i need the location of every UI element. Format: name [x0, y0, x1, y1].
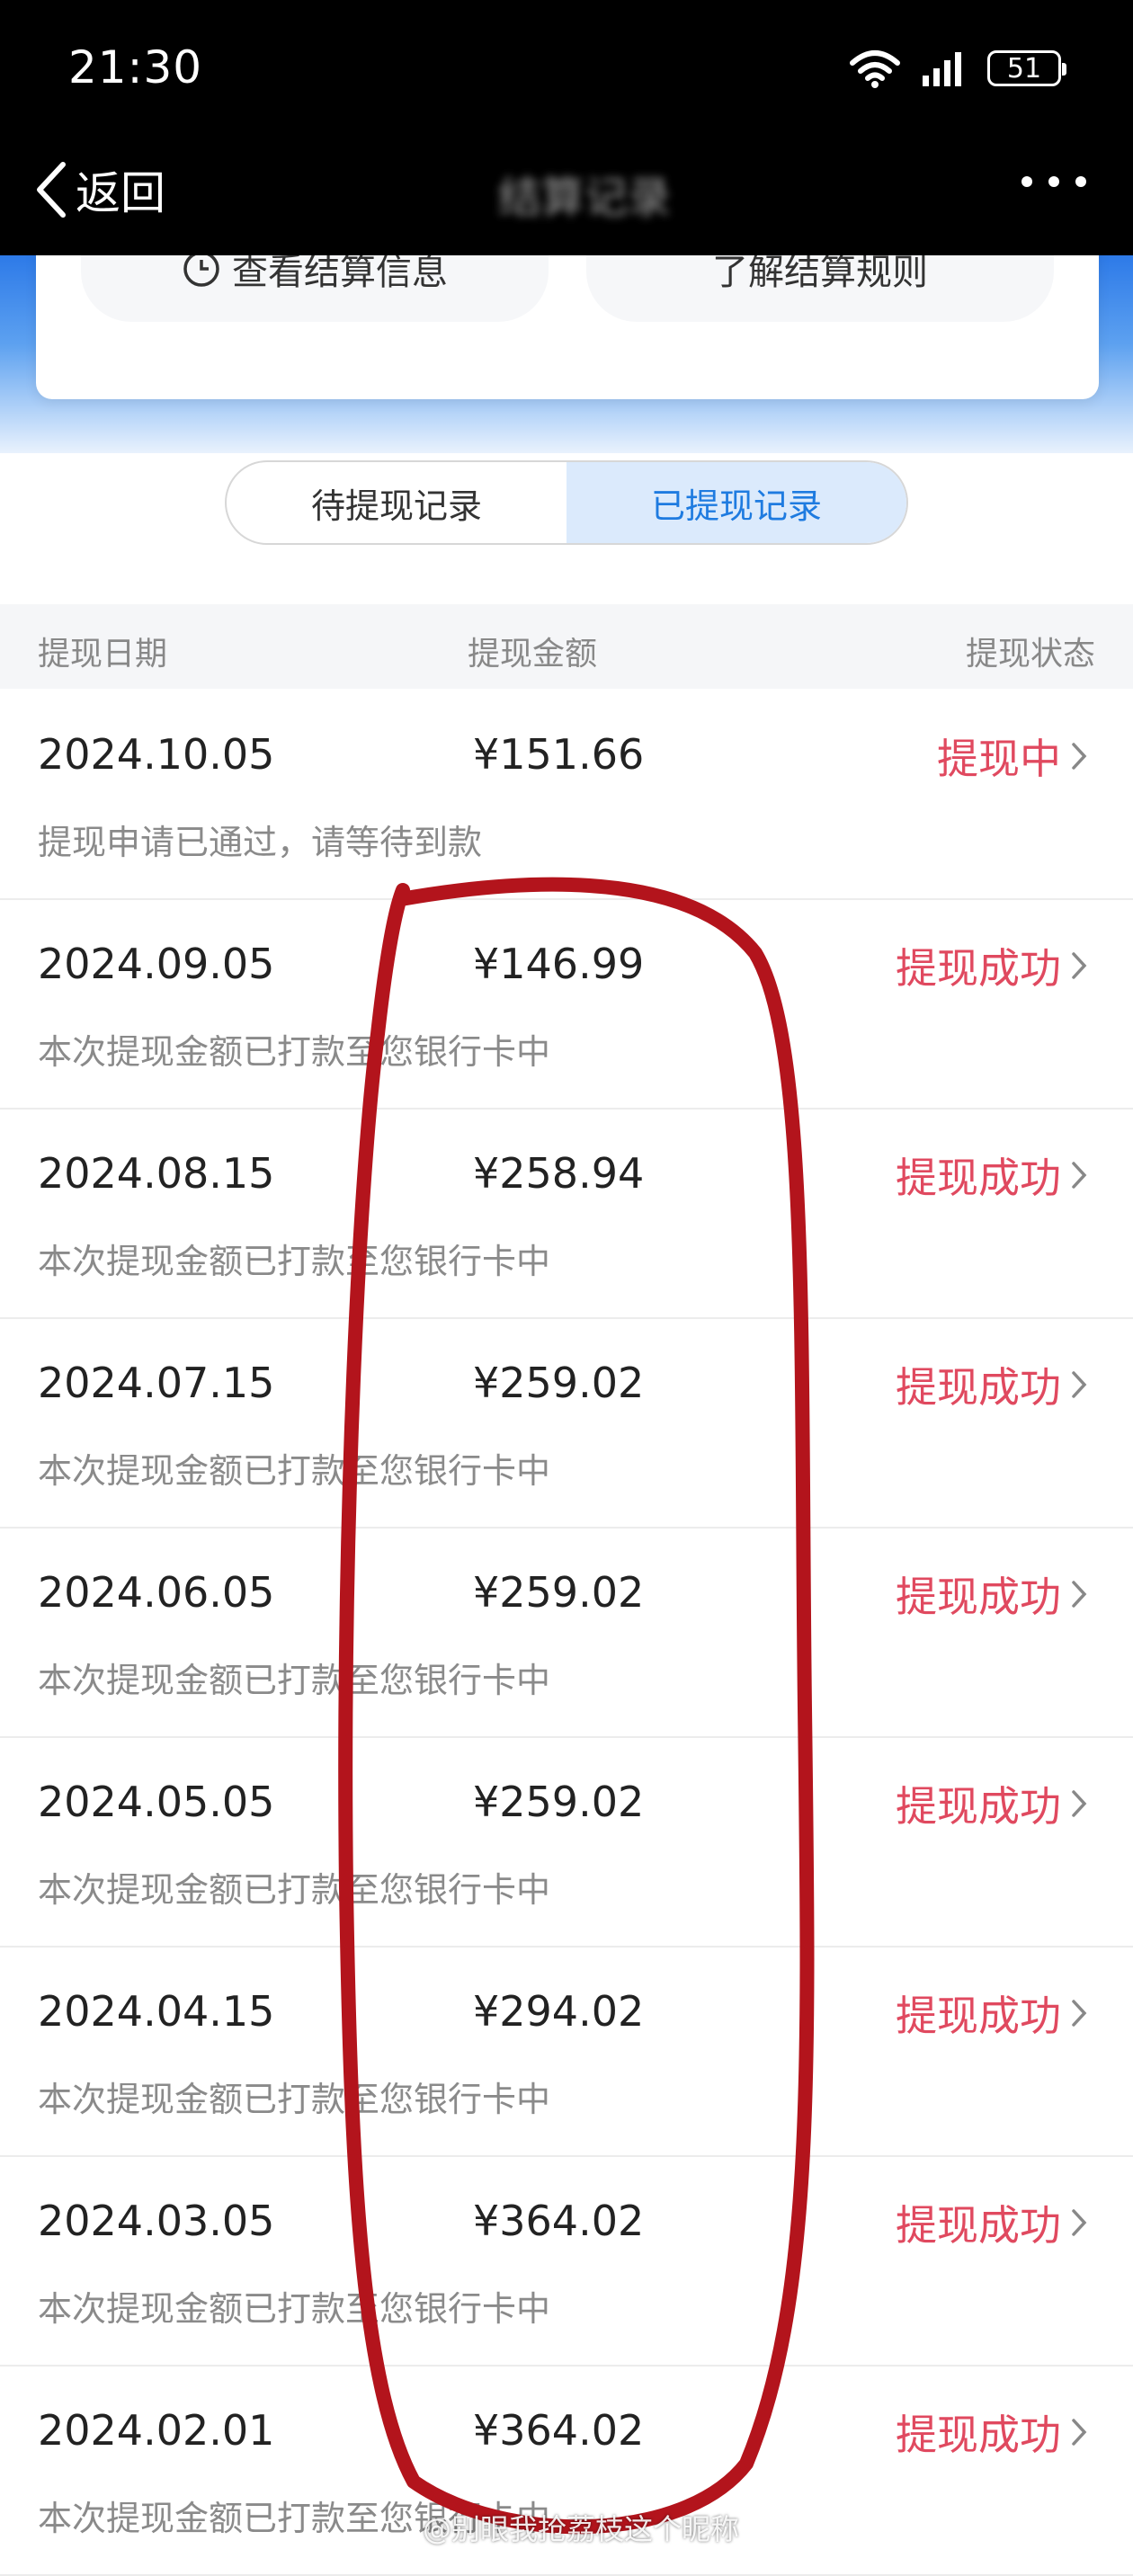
status-icons: 51 — [849, 43, 1066, 94]
chevron-right-icon — [1072, 2209, 1087, 2236]
wifi-icon — [850, 50, 900, 88]
row-amount: ¥364.02 — [473, 2197, 645, 2245]
table-row[interactable]: 2024.06.05 ¥259.02 提现成功 本次提现金额已打款至您银行卡中 — [0, 1529, 1133, 1738]
row-note: 本次提现金额已打款至您银行卡中 — [38, 1661, 551, 1700]
table-row[interactable]: 2024.10.05 ¥151.66 提现中 提现申请已通过，请等待到款 — [0, 691, 1133, 900]
row-status-label: 提现成功 — [896, 1782, 1061, 1831]
more-menu-button[interactable] — [1021, 176, 1086, 187]
chevron-right-icon — [1072, 1581, 1087, 1608]
table-header: 提现日期 提现金额 提现状态 — [0, 604, 1133, 689]
row-note: 提现申请已通过，请等待到款 — [38, 823, 483, 862]
page-title: 结算记录 — [497, 173, 671, 223]
battery-icon: 51 — [987, 50, 1066, 86]
back-label: 返回 — [76, 167, 165, 219]
table-row[interactable]: 2024.08.15 ¥258.94 提现成功 本次提现金额已打款至您银行卡中 — [0, 1110, 1133, 1319]
row-status: 提现成功 — [896, 1564, 1088, 1624]
row-status-label: 提现成功 — [896, 2411, 1061, 2459]
row-date: 2024.10.05 — [38, 730, 275, 779]
row-date: 2024.05.05 — [38, 1778, 275, 1826]
dot-icon — [1075, 176, 1086, 187]
back-button[interactable]: 返回 — [34, 156, 165, 223]
withdrawal-list: 2024.10.05 ¥151.66 提现中 提现申请已通过，请等待到款 202… — [0, 691, 1133, 2576]
row-status-label: 提现中 — [937, 735, 1061, 783]
row-amount: ¥294.02 — [473, 1987, 645, 2036]
row-note: 本次提现金额已打款至您银行卡中 — [38, 1242, 551, 1281]
table-row[interactable]: 2024.05.05 ¥259.02 提现成功 本次提现金额已打款至您银行卡中 — [0, 1738, 1133, 1948]
top-bar: 21:30 51 返回 结算记录 — [0, 0, 1133, 255]
chevron-right-icon — [1072, 952, 1087, 979]
chevron-right-icon — [1072, 1162, 1087, 1189]
row-status: 提现成功 — [896, 1983, 1088, 2043]
row-status: 提现成功 — [896, 1145, 1088, 1205]
row-date: 2024.02.01 — [38, 2406, 275, 2455]
row-status-label: 提现成功 — [896, 944, 1061, 993]
column-header-status: 提现状态 — [965, 636, 1095, 673]
row-note: 本次提现金额已打款至您银行卡中 — [38, 1451, 551, 1491]
row-status: 提现成功 — [896, 2402, 1088, 2462]
row-status-label: 提现成功 — [896, 1573, 1061, 1621]
row-status-label: 提现成功 — [896, 1363, 1061, 1412]
row-status: 提现成功 — [896, 1355, 1088, 1414]
row-status-label: 提现成功 — [896, 1992, 1061, 2040]
column-header-date: 提现日期 — [38, 636, 168, 673]
row-amount: ¥258.94 — [473, 1149, 645, 1198]
row-note: 本次提现金额已打款至您银行卡中 — [38, 1870, 551, 1910]
tab-completed-withdrawals[interactable]: 已提现记录 — [566, 462, 906, 543]
row-status-label: 提现成功 — [896, 1154, 1061, 1202]
row-status: 提现成功 — [896, 1774, 1088, 1833]
row-amount: ¥151.66 — [473, 730, 645, 779]
table-row[interactable]: 2024.03.05 ¥364.02 提现成功 本次提现金额已打款至您银行卡中 — [0, 2157, 1133, 2367]
row-note: 本次提现金额已打款至您银行卡中 — [38, 1032, 551, 1072]
watermark: @别眼我抢荔枝这个昵称 — [423, 2512, 740, 2546]
row-amount: ¥259.02 — [473, 1568, 645, 1617]
row-date: 2024.08.15 — [38, 1149, 275, 1198]
column-header-amount: 提现金额 — [468, 636, 598, 673]
chevron-right-icon — [1072, 743, 1087, 770]
chevron-right-icon — [1072, 1371, 1087, 1398]
row-status: 提现中 — [937, 726, 1088, 786]
row-date: 2024.04.15 — [38, 1987, 275, 2036]
chevron-right-icon — [1072, 2419, 1087, 2446]
row-note: 本次提现金额已打款至您银行卡中 — [38, 2080, 551, 2119]
table-row[interactable]: 2024.09.05 ¥146.99 提现成功 本次提现金额已打款至您银行卡中 — [0, 900, 1133, 1110]
table-row[interactable]: 2024.07.15 ¥259.02 提现成功 本次提现金额已打款至您银行卡中 — [0, 1319, 1133, 1529]
row-amount: ¥146.99 — [473, 940, 645, 988]
row-amount: ¥259.02 — [473, 1359, 645, 1407]
row-date: 2024.03.05 — [38, 2197, 275, 2245]
row-date: 2024.07.15 — [38, 1359, 275, 1407]
table-row[interactable]: 2024.04.15 ¥294.02 提现成功 本次提现金额已打款至您银行卡中 — [0, 1948, 1133, 2157]
row-amount: ¥364.02 — [473, 2406, 645, 2455]
signal-icon — [923, 52, 961, 86]
record-tabs: 待提现记录 已提现记录 — [225, 460, 908, 545]
row-date: 2024.06.05 — [38, 1568, 275, 1617]
row-status: 提现成功 — [896, 2193, 1088, 2252]
status-time: 21:30 — [68, 41, 203, 94]
tab-pending-withdrawals[interactable]: 待提现记录 — [227, 462, 566, 543]
row-amount: ¥259.02 — [473, 1778, 645, 1826]
chevron-right-icon — [1072, 1790, 1087, 1817]
dot-icon — [1048, 176, 1059, 187]
row-status-label: 提现成功 — [896, 2201, 1061, 2250]
chevron-right-icon — [1072, 2000, 1087, 2027]
row-note: 本次提现金额已打款至您银行卡中 — [38, 2289, 551, 2329]
dot-icon — [1021, 176, 1032, 187]
chevron-left-icon — [37, 162, 66, 218]
row-date: 2024.09.05 — [38, 940, 275, 988]
row-status: 提现成功 — [896, 936, 1088, 995]
